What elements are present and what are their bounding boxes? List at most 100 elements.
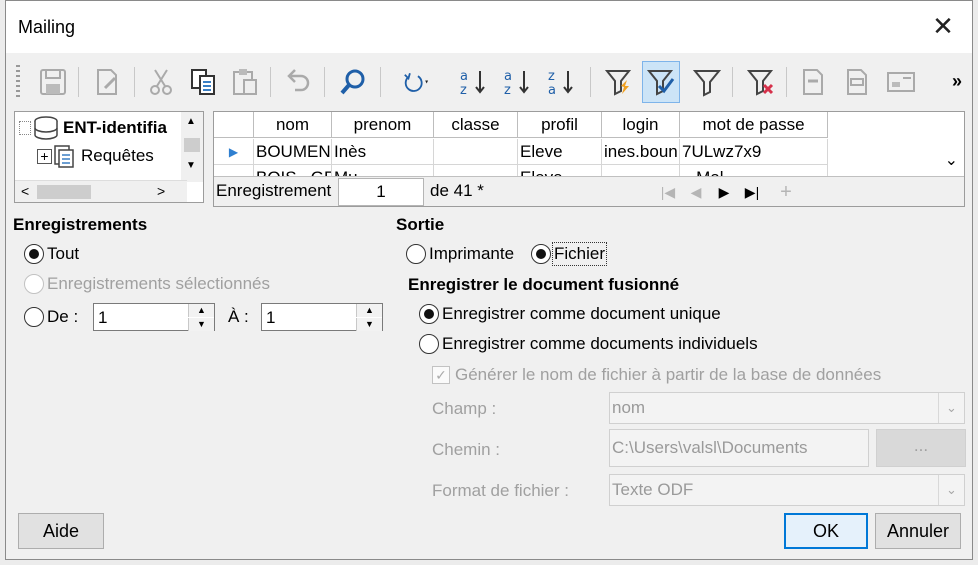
copy-icon[interactable] xyxy=(184,61,222,103)
tree-item-label: Requêtes xyxy=(81,146,154,165)
record-number-input[interactable]: 1 xyxy=(338,178,424,206)
data-to-fields-icon[interactable] xyxy=(838,61,876,103)
data-to-text-icon[interactable] xyxy=(794,61,832,103)
svg-text:a: a xyxy=(460,69,468,84)
spin-down-icon[interactable]: ▼ xyxy=(356,318,382,331)
table-cell[interactable]: BOUMEN xyxy=(254,139,332,165)
last-record-icon[interactable]: ▶| xyxy=(738,179,766,205)
tree-vertical-scrollbar[interactable]: ▲ ▼ xyxy=(181,112,203,182)
sort-ascending-icon[interactable]: az xyxy=(454,61,492,103)
refresh-icon[interactable] xyxy=(390,61,440,103)
current-row-icon: ▶ xyxy=(214,139,254,165)
svg-text:a: a xyxy=(548,83,556,98)
database-icon xyxy=(34,116,58,140)
apply-filter-icon[interactable] xyxy=(642,61,680,103)
field-label: Champ : xyxy=(432,399,497,418)
column-header[interactable]: login xyxy=(602,112,680,138)
record-navigator: Enregistrement 1 de 41 * |◀ ◀ ▶ ▶| + xyxy=(214,176,964,206)
radio-all[interactable]: Tout xyxy=(24,244,79,264)
column-header[interactable]: nom xyxy=(254,112,332,138)
save-section-title: Enregistrer le document fusionné xyxy=(408,275,680,294)
path-label: Chemin : xyxy=(432,440,501,459)
cancel-button[interactable]: Annuler xyxy=(875,513,961,549)
table-cell[interactable] xyxy=(434,139,518,165)
field-select[interactable]: nom ⌄ xyxy=(609,392,965,424)
chevron-down-icon[interactable]: ⌄ xyxy=(945,150,958,170)
sort-icon[interactable]: za xyxy=(542,61,580,103)
ok-button[interactable]: OK xyxy=(784,513,868,549)
path-input[interactable]: C:\Users\valsl\Documents xyxy=(609,429,869,467)
scroll-left-icon[interactable]: < xyxy=(21,183,29,199)
autofilter-icon[interactable] xyxy=(600,61,638,103)
output-section-title: Sortie xyxy=(396,215,445,234)
toolbar: az az za » xyxy=(12,57,966,107)
window-title: Mailing xyxy=(18,17,76,37)
tree-item-database[interactable]: ENT-identifia xyxy=(19,116,167,140)
column-header[interactable]: profil xyxy=(518,112,602,138)
title-bar: Mailing ✕ xyxy=(6,1,972,53)
data-grid[interactable]: nom prenom classe profil login mot de pa… xyxy=(213,111,965,207)
scroll-down-icon[interactable]: ▼ xyxy=(186,160,196,171)
toolbar-grip[interactable] xyxy=(16,65,20,99)
help-button[interactable]: Aide xyxy=(18,513,104,549)
reset-filter-icon[interactable] xyxy=(742,61,780,103)
column-header[interactable]: prenom xyxy=(332,112,434,138)
spin-down-icon[interactable]: ▼ xyxy=(188,318,214,331)
spin-up-icon[interactable]: ▲ xyxy=(188,304,214,317)
new-record-icon[interactable]: + xyxy=(772,179,800,205)
column-header[interactable]: classe xyxy=(434,112,518,138)
radio-from[interactable]: De : xyxy=(24,307,78,327)
generate-filename-checkbox[interactable]: ✓ Générer le nom de fichier à partir de l… xyxy=(432,365,881,385)
radio-save-individual[interactable]: Enregistrer comme documents individuels xyxy=(419,334,758,354)
spin-up-icon[interactable]: ▲ xyxy=(356,304,382,317)
cut-icon[interactable] xyxy=(142,61,180,103)
save-icon[interactable] xyxy=(34,61,72,103)
tree-grid-icon xyxy=(19,121,31,135)
table-cell[interactable]: Inès xyxy=(332,139,434,165)
tree-horizontal-scrollbar[interactable]: < > xyxy=(15,180,187,202)
browse-button[interactable]: ... xyxy=(876,429,966,467)
first-record-icon[interactable]: |◀ xyxy=(654,179,682,205)
svg-text:z: z xyxy=(504,83,511,98)
next-record-icon[interactable]: ▶ xyxy=(710,179,738,205)
svg-text:z: z xyxy=(548,69,555,84)
chevron-down-icon[interactable]: ⌄ xyxy=(938,475,964,505)
scroll-right-icon[interactable]: > xyxy=(157,183,165,199)
record-label: Enregistrement xyxy=(216,181,332,200)
tree-item-queries[interactable]: + Requêtes xyxy=(37,144,154,168)
radio-save-single[interactable]: Enregistrer comme document unique xyxy=(419,304,721,324)
close-icon[interactable]: ✕ xyxy=(928,11,958,41)
tree-item-label: ENT-identifia xyxy=(63,118,167,137)
table-cell[interactable]: Eleve xyxy=(518,139,602,165)
find-icon[interactable] xyxy=(334,61,372,103)
from-spinbox[interactable]: 1 ▲ ▼ xyxy=(93,303,215,331)
svg-text:z: z xyxy=(460,83,467,98)
format-label: Format de fichier : xyxy=(432,481,569,500)
sort-descending-icon[interactable]: az xyxy=(498,61,536,103)
previous-record-icon[interactable]: ◀ xyxy=(682,179,710,205)
table-cell[interactable]: ines.boun xyxy=(602,139,680,165)
edit-icon[interactable] xyxy=(88,61,126,103)
mailing-dialog: Mailing ✕ a z a z z a » ENT-identifia + … xyxy=(5,0,973,560)
grid-header: nom prenom classe profil login mot de pa… xyxy=(214,112,828,138)
toolbar-overflow-button[interactable]: » xyxy=(952,71,962,92)
mail-merge-icon[interactable] xyxy=(882,61,920,103)
scroll-up-icon[interactable]: ▲ xyxy=(186,116,196,127)
standard-filter-icon[interactable] xyxy=(688,61,726,103)
expand-icon[interactable]: + xyxy=(37,148,52,164)
data-source-tree[interactable]: ENT-identifia + Requêtes ▲ ▼ < > xyxy=(14,111,204,203)
format-select[interactable]: Texte ODF ⌄ xyxy=(609,474,965,506)
to-spinbox[interactable]: 1 ▲ ▼ xyxy=(261,303,383,331)
records-section-title: Enregistrements xyxy=(13,215,148,234)
undo-icon[interactable] xyxy=(278,61,316,103)
table-cell[interactable]: 7ULwz7x9 xyxy=(680,139,828,165)
svg-text:a: a xyxy=(504,69,512,84)
column-header[interactable]: mot de passe xyxy=(680,112,828,138)
paste-icon[interactable] xyxy=(226,61,264,103)
chevron-down-icon[interactable]: ⌄ xyxy=(938,393,964,423)
radio-printer[interactable]: Imprimante xyxy=(406,244,514,264)
table-row[interactable]: ▶ BOUMEN Inès Eleve ines.boun 7ULwz7x9 xyxy=(214,139,828,165)
radio-file[interactable]: Fichier xyxy=(531,242,608,266)
to-label: À : xyxy=(228,307,249,326)
radio-selected-records[interactable]: Enregistrements sélectionnés xyxy=(24,274,270,294)
